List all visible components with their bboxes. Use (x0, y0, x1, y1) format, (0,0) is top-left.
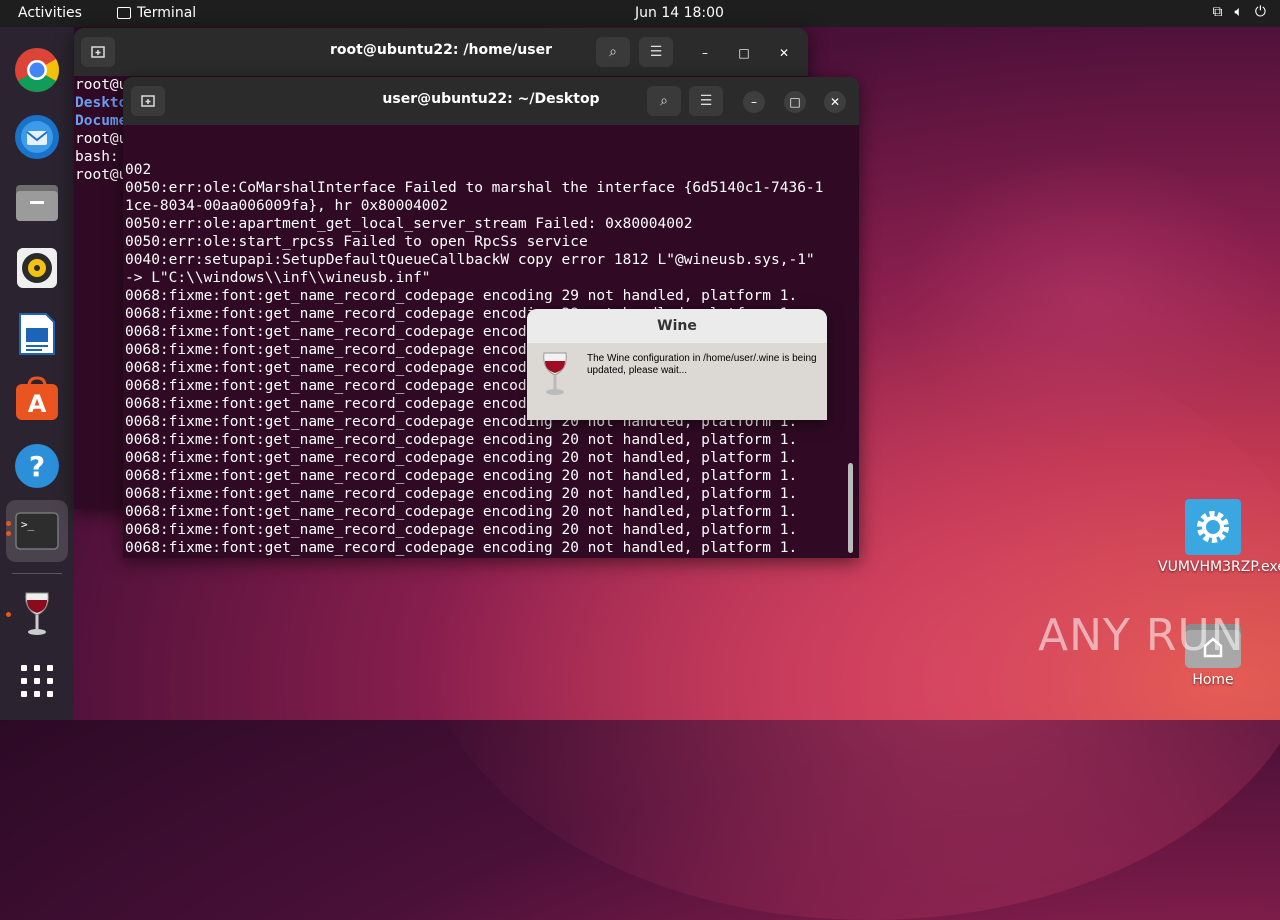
minimize-icon: – (702, 46, 708, 60)
terminal-line: 0068:fixme:font:get_name_record_codepage… (125, 468, 798, 484)
terminal-icon[interactable]: >_ (6, 500, 68, 562)
terminal-line: 0068:fixme:font:get_name_record_codepage… (125, 432, 798, 448)
settings-gear-icon (1185, 499, 1241, 555)
running-indicator (6, 531, 11, 536)
app-center-icon[interactable]: A (13, 375, 61, 423)
search-icon: ⌕ (609, 44, 617, 60)
hamburger-icon: ☰ (699, 93, 713, 109)
writer-icon[interactable] (13, 310, 61, 358)
thunderbird-icon[interactable] (13, 113, 61, 161)
dock: A ? >_ (0, 27, 74, 720)
terminal-line: 0050:err:ole:CoMarshalInterface Failed t… (125, 180, 824, 196)
activities-button[interactable]: Activities (18, 5, 82, 21)
search-button[interactable]: ⌕ (647, 86, 681, 116)
running-indicator (6, 521, 11, 526)
dialog-message: The Wine configuration in /home/user/.wi… (587, 353, 817, 376)
terminal-line: 0050:err:ole:apartment_get_local_server_… (125, 216, 693, 232)
close-button[interactable]: ✕ (824, 91, 846, 113)
minimize-button[interactable]: – (694, 42, 716, 64)
terminal-line: 0068:fixme:font:get_name_record_codepage… (125, 540, 798, 556)
terminal-line: 0040:err:setupapi:SetupDefaultQueueCallb… (125, 252, 815, 268)
hamburger-icon: ☰ (649, 44, 663, 60)
maximize-button[interactable]: □ (733, 42, 755, 64)
desktop-icon-exe[interactable]: VUMVHM3RZP.exe (1158, 499, 1280, 575)
terminal-line: 0068:fixme:font:get_name_record_codepage… (125, 504, 798, 520)
clock[interactable]: Jun 14 18:00 (635, 5, 724, 21)
minimize-icon: – (751, 95, 757, 109)
title-bar[interactable]: user@ubuntu22: ~/Desktop ⌕ ☰ – □ ✕ (123, 77, 859, 125)
terminal-line: 1ce-8034-00aa006009fa}, hr 0x80004002 (125, 198, 449, 214)
terminal-line: 0050:err:ole:start_rpcss Failed to open … (125, 234, 588, 250)
terminal-line: 0068:fixme:font:get_name_record_codepage… (125, 486, 798, 502)
desktop-icon-label: Home (1192, 672, 1234, 688)
wallpaper-glow-2 (900, 150, 1280, 450)
wine-icon[interactable] (13, 590, 61, 638)
svg-text:>_: >_ (21, 518, 35, 531)
files-icon[interactable] (13, 178, 61, 226)
system-tray[interactable]: ⧉ 🔈︎ ⏻ (1213, 4, 1266, 20)
top-bar: Activities Terminal Jun 14 18:00 ⧉ 🔈︎ ⏻ (0, 0, 1280, 27)
terminal-line: 0068:fixme:font:get_name_record_codepage… (125, 450, 798, 466)
svg-text:?: ? (29, 450, 45, 483)
svg-text:A: A (28, 390, 47, 418)
chrome-icon[interactable] (13, 46, 61, 94)
terminal-line: 0068:fixme:font:get_name_record_codepage… (125, 522, 798, 538)
volume-icon: 🔈︎ (1234, 4, 1243, 20)
watermark: ANY RUN (1038, 610, 1245, 661)
maximize-button[interactable]: □ (784, 91, 806, 113)
close-icon: ✕ (829, 95, 841, 109)
dialog-title: Wine (527, 309, 827, 343)
title-bar[interactable]: root@ubuntu22: /home/user ⌕ ☰ – □ ✕ (74, 28, 808, 76)
search-button[interactable]: ⌕ (596, 37, 630, 67)
search-icon: ⌕ (660, 93, 668, 109)
rhythmbox-icon[interactable] (13, 244, 61, 292)
terminal-line: -> L"C:\\windows\\inf\\wineusb.inf" (125, 270, 431, 286)
maximize-icon: □ (738, 46, 750, 60)
help-icon[interactable]: ? (13, 442, 61, 490)
terminal-line: 002 (125, 162, 152, 178)
desktop-icon-label: VUMVHM3RZP.exe (1158, 559, 1280, 575)
menu-button[interactable]: ☰ (639, 37, 673, 67)
terminal-line: 0068:fixme:font:get_name_record_codepage… (125, 288, 798, 304)
maximize-icon: □ (789, 95, 801, 109)
minimize-button[interactable]: – (743, 91, 765, 113)
app-menu[interactable]: Terminal (117, 5, 196, 21)
close-icon: ✕ (778, 46, 790, 60)
app-name: Terminal (137, 5, 197, 21)
terminal-line: 0068:fixme:font:get_name_record_codepage… (125, 557, 859, 558)
power-icon: ⏻ (1254, 4, 1266, 20)
close-button[interactable]: ✕ (773, 42, 795, 64)
network-icon: ⧉ (1212, 4, 1223, 20)
terminal-icon (117, 7, 131, 19)
wine-glass-icon (541, 351, 569, 401)
scrollbar[interactable] (848, 463, 853, 553)
running-indicator (6, 612, 11, 617)
dock-separator (12, 573, 62, 574)
wine-dialog[interactable]: Wine The Wine configuration in /home/use… (527, 309, 827, 420)
menu-button[interactable]: ☰ (689, 86, 723, 116)
show-apps-icon[interactable] (13, 657, 61, 705)
